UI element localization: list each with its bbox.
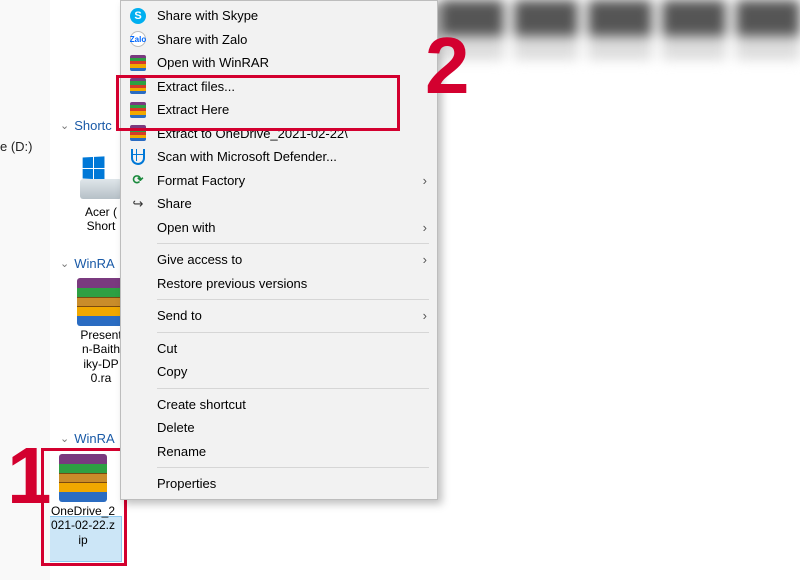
skype-icon: S [127, 7, 149, 25]
menu-item-label: Copy [157, 364, 427, 379]
winrar-icon [127, 124, 149, 142]
chevron-right-icon: › [423, 220, 427, 235]
drive-label[interactable]: e (D:) [0, 139, 33, 154]
menu-item-label: Give access to [157, 252, 423, 267]
blank-icon [127, 475, 149, 493]
menu-item-label: Cut [157, 341, 427, 356]
group-header-shortcuts[interactable]: ⌄ Shortc [60, 118, 112, 133]
menu-item-copy[interactable]: Copy [121, 360, 437, 384]
group-label: WinRA [74, 431, 114, 446]
menu-item-extract-here[interactable]: Extract Here [121, 98, 437, 122]
menu-item-extract-to-onedrive-2021-02-22[interactable]: Extract to OneDrive_2021-02-22\ [121, 122, 437, 146]
blank-icon [127, 251, 149, 269]
menu-separator [157, 388, 429, 389]
blank-icon [127, 442, 149, 460]
menu-item-label: Create shortcut [157, 397, 427, 412]
group-header-winrar-1[interactable]: ⌄ WinRA [60, 256, 115, 271]
winrar-archive-icon [77, 278, 125, 326]
chevron-right-icon: › [423, 252, 427, 267]
defender-shield-icon [127, 148, 149, 166]
group-label: WinRA [74, 256, 114, 271]
menu-item-label: Share [157, 196, 427, 211]
blurred-background-thumbnails [440, 0, 800, 75]
winrar-archive-icon [59, 454, 107, 502]
menu-item-label: Send to [157, 308, 423, 323]
context-menu: S Share with Skype Zalo Share with Zalo Open… [120, 0, 438, 500]
blank-icon [127, 419, 149, 437]
chevron-down-icon: ⌄ [60, 432, 69, 445]
menu-item-rename[interactable]: Rename [121, 440, 437, 464]
format-factory-icon: ⟳ [127, 171, 149, 189]
menu-separator [157, 243, 429, 244]
menu-item-label: Share with Skype [157, 8, 427, 23]
blank-icon [127, 395, 149, 413]
chevron-right-icon: › [423, 308, 427, 323]
menu-item-properties[interactable]: Properties [121, 472, 437, 496]
sidebar-panel [0, 0, 50, 580]
menu-item-create-shortcut[interactable]: Create shortcut [121, 393, 437, 417]
blank-icon [127, 218, 149, 236]
menu-item-label: Format Factory [157, 173, 423, 188]
menu-item-open-with[interactable]: Open with› [121, 216, 437, 240]
menu-item-delete[interactable]: Delete [121, 416, 437, 440]
file-label: Present n-Baith iky-DP 0.ra [80, 328, 121, 386]
blank-icon [127, 363, 149, 381]
menu-item-extract-files[interactable]: Extract files... [121, 75, 437, 99]
blank-icon [127, 274, 149, 292]
menu-item-label: Extract files... [157, 79, 427, 94]
menu-item-label: Properties [157, 476, 427, 491]
chevron-down-icon: ⌄ [60, 119, 69, 132]
menu-item-send-to[interactable]: Send to› [121, 304, 437, 328]
menu-item-label: Open with WinRAR [157, 55, 427, 70]
menu-item-label: Extract to OneDrive_2021-02-22\ [157, 126, 427, 141]
menu-item-open-with-winrar[interactable]: Open with WinRAR [121, 51, 437, 75]
group-label: Shortc [74, 118, 112, 133]
menu-item-scan-with-microsoft-defender[interactable]: Scan with Microsoft Defender... [121, 145, 437, 169]
menu-item-cut[interactable]: Cut [121, 337, 437, 361]
file-label: OneDrive_2 021-02-22.z ip [51, 504, 115, 547]
winrar-icon [127, 54, 149, 72]
chevron-down-icon: ⌄ [60, 257, 69, 270]
menu-item-format-factory[interactable]: ⟳ Format Factory› [121, 169, 437, 193]
menu-item-share-with-zalo[interactable]: Zalo Share with Zalo [121, 28, 437, 52]
menu-separator [157, 467, 429, 468]
menu-item-give-access-to[interactable]: Give access to› [121, 248, 437, 272]
menu-item-share-with-skype[interactable]: S Share with Skype [121, 4, 437, 28]
menu-item-label: Restore previous versions [157, 276, 427, 291]
file-item-onedrive-zip[interactable]: OneDrive_2 021-02-22.z ip [44, 454, 122, 547]
blank-icon [127, 307, 149, 325]
menu-item-label: Extract Here [157, 102, 427, 117]
winrar-icon [127, 77, 149, 95]
menu-item-label: Share with Zalo [157, 32, 427, 47]
file-label: Acer ( Short [85, 205, 117, 234]
blank-icon [127, 339, 149, 357]
menu-item-label: Delete [157, 420, 427, 435]
menu-item-restore-previous-versions[interactable]: Restore previous versions [121, 272, 437, 296]
chevron-right-icon: › [423, 173, 427, 188]
menu-separator [157, 299, 429, 300]
menu-item-share[interactable]: ↪ Share [121, 192, 437, 216]
menu-item-label: Open with [157, 220, 423, 235]
menu-item-label: Rename [157, 444, 427, 459]
zalo-icon: Zalo [127, 30, 149, 48]
menu-separator [157, 332, 429, 333]
group-header-winrar-2[interactable]: ⌄ WinRA [60, 431, 115, 446]
menu-item-label: Scan with Microsoft Defender... [157, 149, 427, 164]
windows-drive-icon [77, 155, 125, 203]
share-icon: ↪ [127, 195, 149, 213]
winrar-icon [127, 101, 149, 119]
